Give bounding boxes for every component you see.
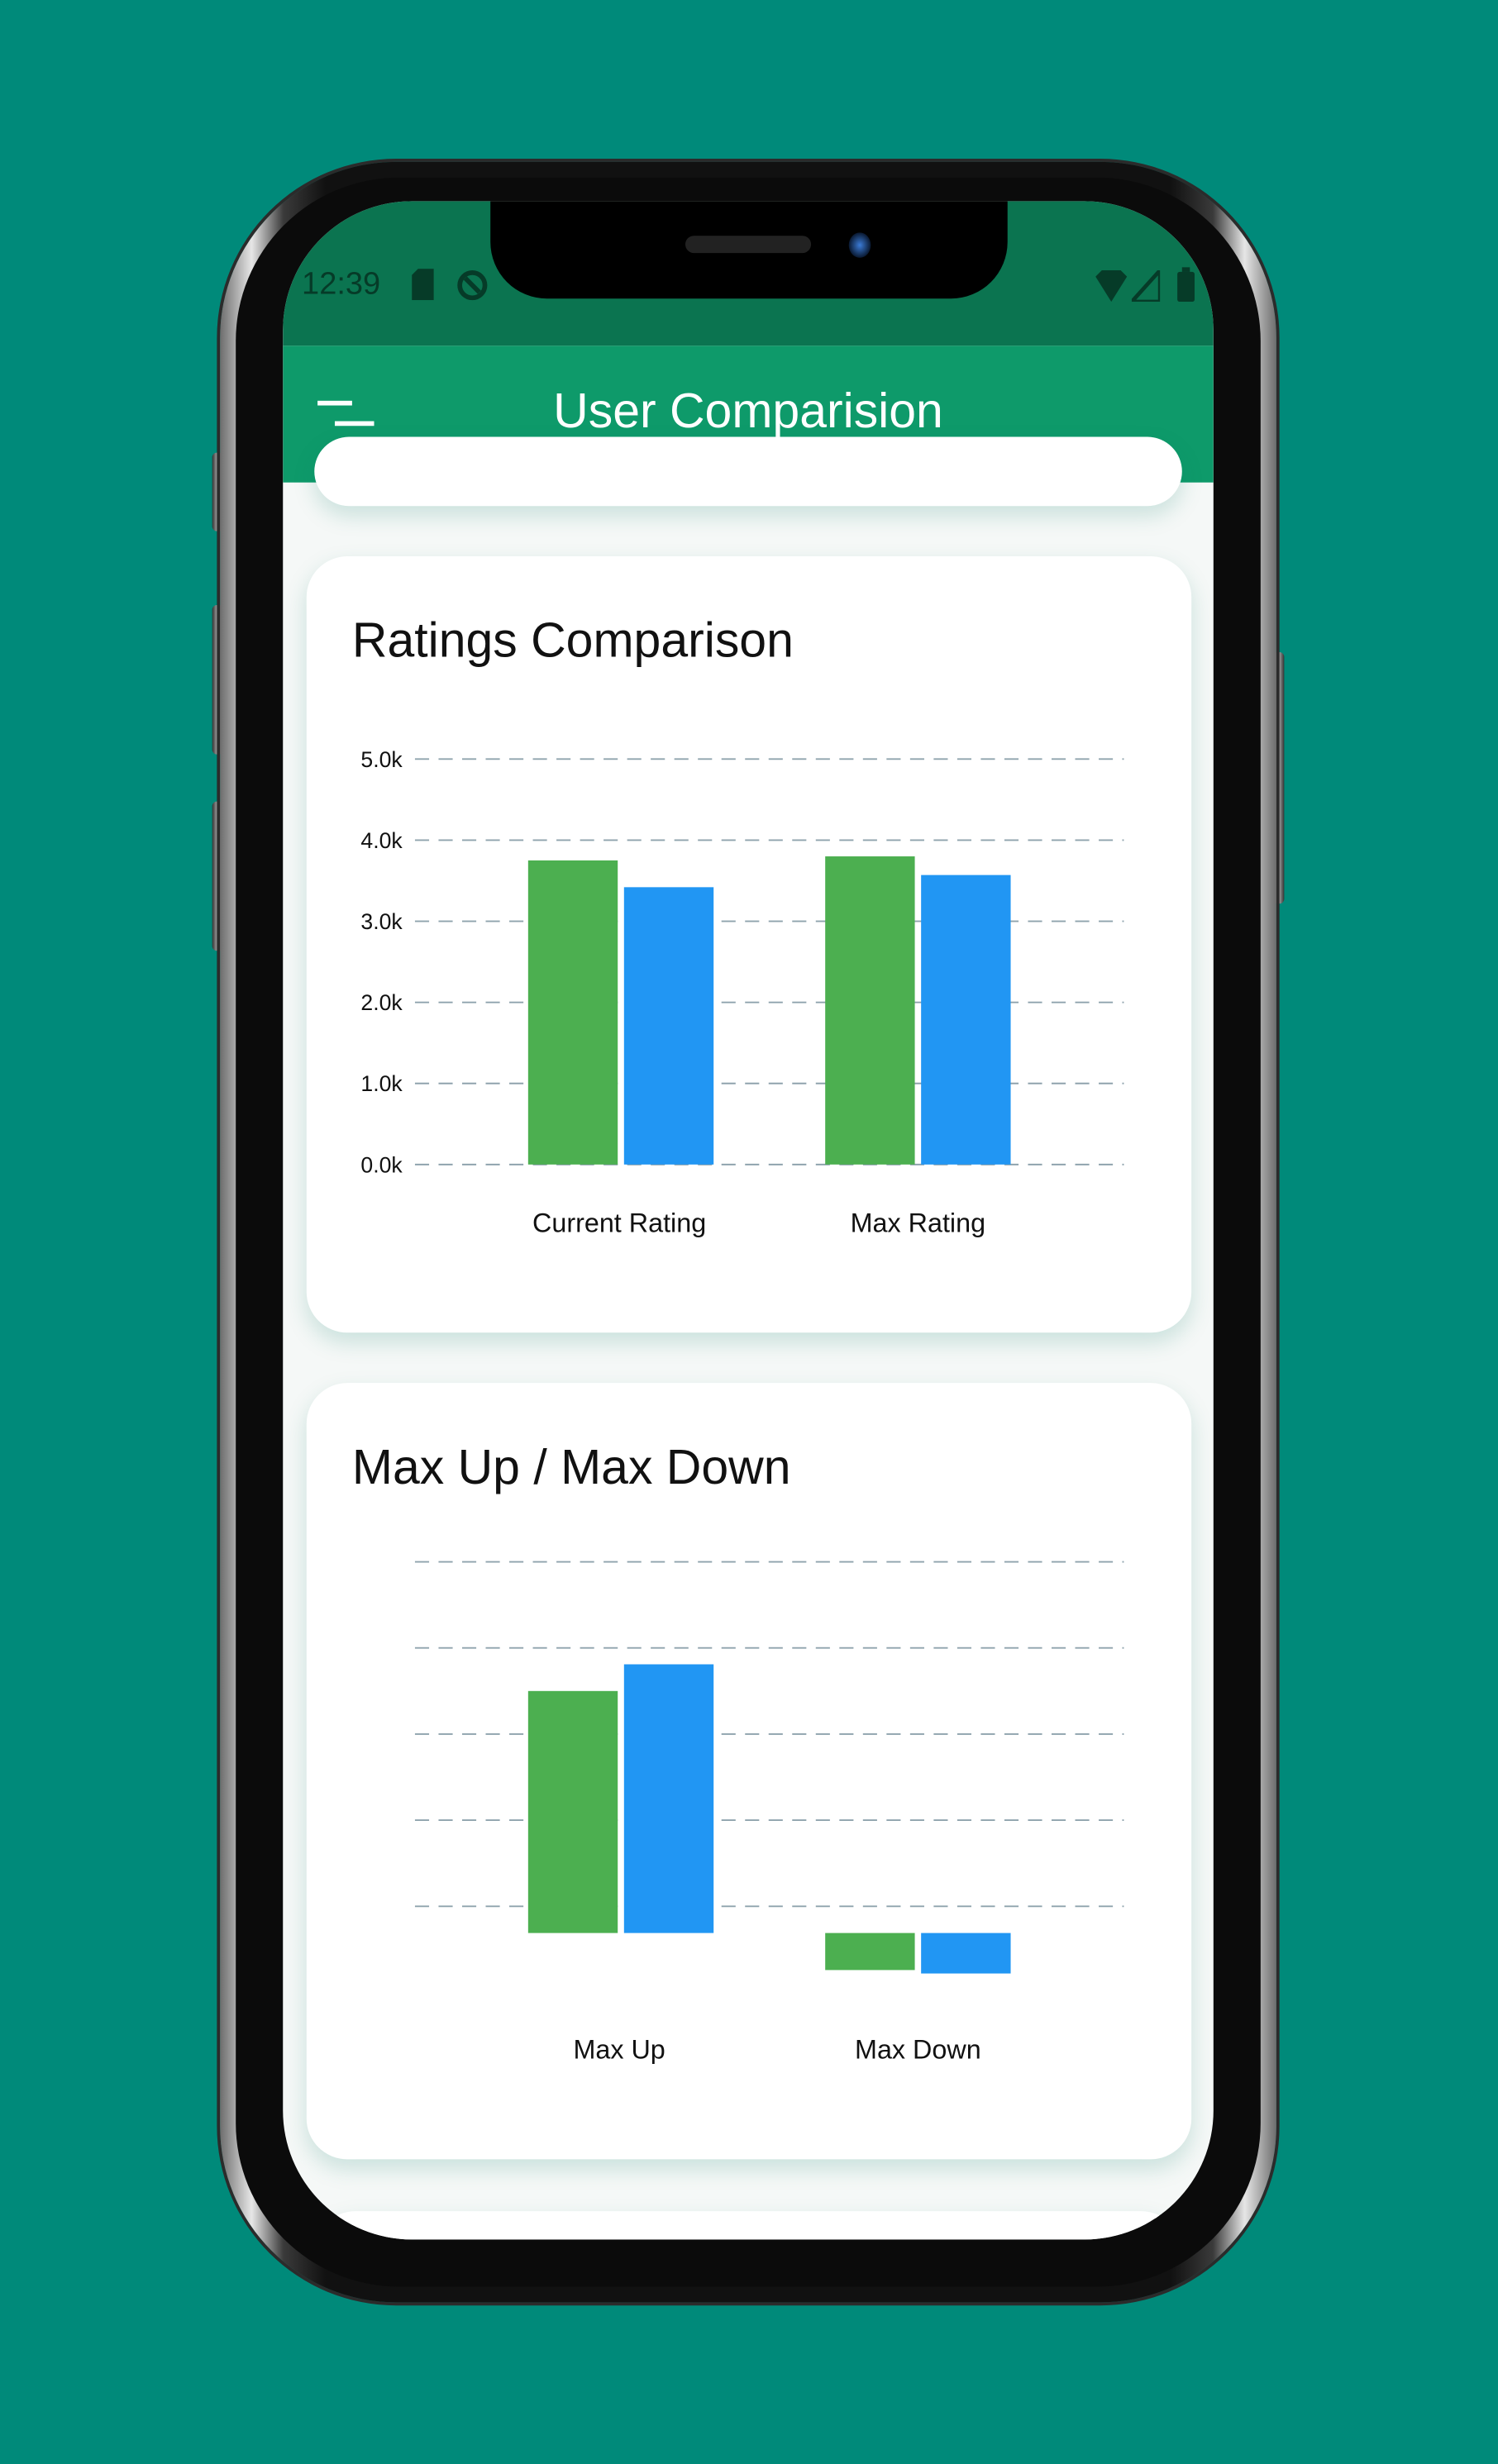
- bar: [527, 1690, 618, 1933]
- phone-notch: [490, 201, 1008, 299]
- battery-icon: [1177, 267, 1195, 303]
- y-tick-label: 5.0k: [360, 747, 403, 772]
- sd-card-icon: [412, 269, 434, 301]
- ratings-chart: 0.0k 1.0k 2.0k 3.0k 4.0k 5.0k Current Rating Ma…: [360, 747, 1124, 1238]
- front-camera: [848, 232, 871, 258]
- y-tick-label: 4.0k: [360, 828, 403, 853]
- y-tick-label: 0.0k: [360, 1152, 403, 1177]
- phone-screen: 12:39 User Comparision Ratings Compariso…: [283, 201, 1214, 2240]
- max-up-down-card: Max Up / Max Down Max Up Max Down: [306, 1383, 1192, 2160]
- bar: [623, 887, 714, 1165]
- bar: [527, 860, 618, 1165]
- bar: [921, 875, 1011, 1165]
- bar: [921, 1933, 1011, 1974]
- ratings-comparison-card: Ratings Comparison 0.0k 1.0k 2.0k 3.0k 4.0k 5…: [306, 556, 1192, 1333]
- status-time: 12:39: [302, 267, 381, 303]
- page-title: User Comparision: [553, 383, 943, 439]
- y-tick-label: 1.0k: [360, 1071, 403, 1096]
- category-label: Max Down: [855, 2035, 981, 2065]
- next-card: [314, 2211, 1182, 2240]
- signal-icon: [1131, 270, 1161, 303]
- y-tick-label: 3.0k: [360, 909, 403, 934]
- sync-icon: [457, 270, 488, 301]
- previous-card: [314, 436, 1182, 507]
- bar: [825, 1933, 915, 1971]
- category-label: Max Rating: [851, 1208, 985, 1238]
- bar: [825, 856, 915, 1165]
- category-label: Current Rating: [532, 1208, 706, 1238]
- category-label: Max Up: [573, 2035, 665, 2065]
- speaker-grille: [685, 236, 812, 254]
- max-up-down-chart: Max Up Max Down: [414, 1561, 1124, 2065]
- bar: [623, 1664, 714, 1933]
- wifi-icon: [1095, 270, 1128, 303]
- y-tick-label: 2.0k: [360, 990, 403, 1015]
